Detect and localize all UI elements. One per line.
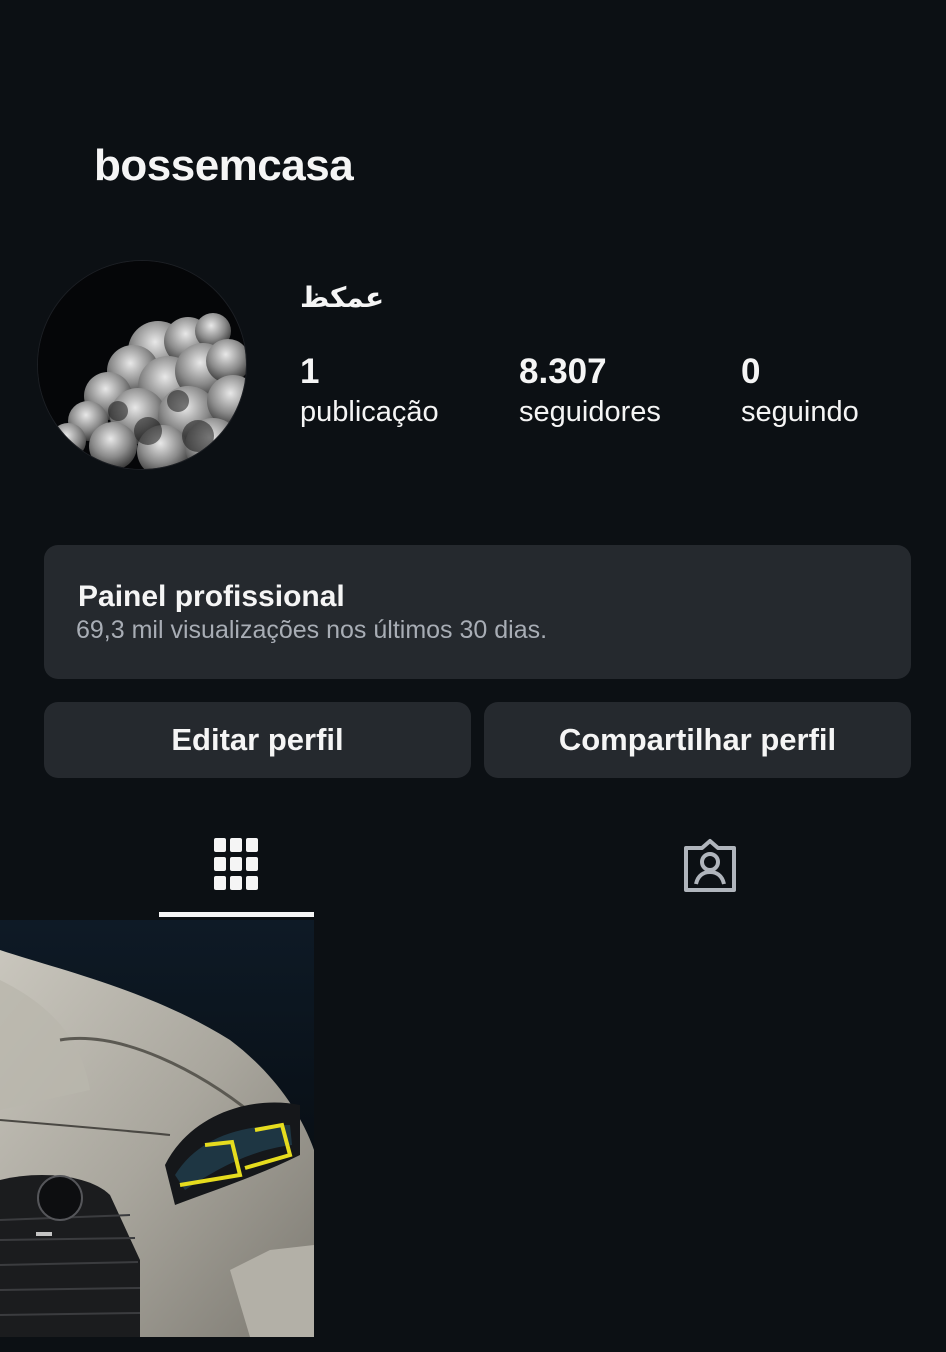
posts-label: publicação xyxy=(300,396,439,428)
dashboard-title: Painel profissional xyxy=(78,580,345,613)
tab-tagged[interactable] xyxy=(630,830,790,918)
tab-posts-grid[interactable] xyxy=(159,830,314,918)
stat-following[interactable]: 0 seguindo xyxy=(741,352,859,432)
avatar-clouds-image xyxy=(38,261,246,469)
followers-count: 8.307 xyxy=(519,352,607,391)
grid-icon xyxy=(213,838,258,890)
stat-posts: 1 publicação xyxy=(300,352,439,432)
stat-followers[interactable]: 8.307 seguidores xyxy=(519,352,661,432)
following-label: seguindo xyxy=(741,396,859,428)
posts-count: 1 xyxy=(300,352,320,391)
avatar[interactable] xyxy=(38,261,246,469)
active-tab-indicator xyxy=(159,912,314,917)
edit-profile-button[interactable]: Editar perfil xyxy=(44,702,471,778)
profile-username: bossemcasa xyxy=(94,141,354,190)
following-count: 0 xyxy=(741,352,761,391)
tagged-person-icon xyxy=(684,839,736,892)
followers-label: seguidores xyxy=(519,396,661,428)
dashboard-subtitle: 69,3 mil visualizações nos últimos 30 di… xyxy=(76,616,548,644)
professional-dashboard-card[interactable]: Painel profissional 69,3 mil visualizaçõ… xyxy=(44,545,911,679)
car-front-photo xyxy=(0,920,314,1337)
share-profile-button[interactable]: Compartilhar perfil xyxy=(484,702,911,778)
profile-display-name: عمكظ xyxy=(300,281,385,314)
post-thumbnail[interactable] xyxy=(0,920,314,1337)
